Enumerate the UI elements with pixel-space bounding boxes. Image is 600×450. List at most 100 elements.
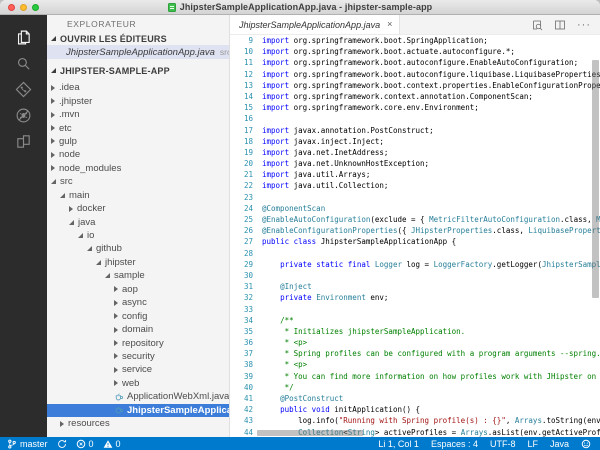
tree-item-config[interactable]: config bbox=[47, 309, 229, 322]
activity-bar-item-debug[interactable] bbox=[0, 102, 47, 128]
code-line-42[interactable]: 42 public void initApplication() { bbox=[230, 404, 600, 415]
tree-item-security[interactable]: security bbox=[47, 350, 229, 363]
activity-bar-item-files[interactable] bbox=[0, 24, 47, 50]
tree-item-label: web bbox=[122, 378, 139, 389]
code-line-38[interactable]: 38 * <p> bbox=[230, 359, 600, 370]
code-line-23[interactable]: 23 bbox=[230, 192, 600, 203]
tree-item-main[interactable]: main bbox=[47, 189, 229, 202]
code-line-24[interactable]: 24@ComponentScan bbox=[230, 203, 600, 214]
code-line-9[interactable]: 9import org.springframework.boot.SpringA… bbox=[230, 35, 600, 46]
code-line-36[interactable]: 36 * <p> bbox=[230, 337, 600, 348]
split-editor-icon[interactable] bbox=[554, 19, 566, 31]
tab-close-icon[interactable]: × bbox=[387, 20, 392, 29]
code-line-14[interactable]: 14import org.springframework.context.ann… bbox=[230, 91, 600, 102]
code-line-37[interactable]: 37 * Spring profiles can be configured w… bbox=[230, 348, 600, 359]
code-line-15[interactable]: 15import org.springframework.core.env.En… bbox=[230, 102, 600, 113]
tree-item-gulp[interactable]: gulp bbox=[47, 135, 229, 148]
code-line-10[interactable]: 10import org.springframework.boot.actuat… bbox=[230, 46, 600, 57]
code-line-27[interactable]: 27public class JhipsterSampleApplication… bbox=[230, 236, 600, 247]
code-text bbox=[253, 192, 262, 203]
line-number: 34 bbox=[230, 315, 253, 326]
code-line-41[interactable]: 41 @PostConstruct bbox=[230, 393, 600, 404]
tree-item-repository[interactable]: repository bbox=[47, 336, 229, 349]
code-line-32[interactable]: 32 private Environment env; bbox=[230, 292, 600, 303]
code-line-40[interactable]: 40 */ bbox=[230, 382, 600, 393]
tree-item-aop[interactable]: aop bbox=[47, 283, 229, 296]
code-line-12[interactable]: 12import org.springframework.boot.autoco… bbox=[230, 69, 600, 80]
code-line-19[interactable]: 19import java.net.InetAddress; bbox=[230, 147, 600, 158]
code-line-35[interactable]: 35 * Initializes jhipsterSampleApplicati… bbox=[230, 326, 600, 337]
more-actions-icon[interactable]: ··· bbox=[577, 21, 591, 29]
code-line-31[interactable]: 31 @Inject bbox=[230, 281, 600, 292]
indentation[interactable]: Espaces : 4 bbox=[431, 439, 478, 449]
code-line-22[interactable]: 22import java.util.Collection; bbox=[230, 180, 600, 191]
activity-bar-item-source-control[interactable] bbox=[0, 76, 47, 102]
activity-bar-item-extensions[interactable] bbox=[0, 128, 47, 154]
tree-item-applicationwebxml-java[interactable]: ApplicationWebXml.java bbox=[47, 390, 229, 403]
sync-button[interactable] bbox=[57, 439, 67, 449]
close-window-button[interactable] bbox=[8, 4, 15, 11]
code-line-39[interactable]: 39 * You can find more information on ho… bbox=[230, 371, 600, 382]
tree-item-web[interactable]: web bbox=[47, 377, 229, 390]
code-line-20[interactable]: 20import java.net.UnknownHostException; bbox=[230, 158, 600, 169]
chevron-expanded-icon bbox=[78, 233, 83, 238]
tree-item--mvn[interactable]: .mvn bbox=[47, 108, 229, 121]
code-line-13[interactable]: 13import org.springframework.boot.contex… bbox=[230, 80, 600, 91]
tree-item--jhipster[interactable]: .jhipster bbox=[47, 94, 229, 107]
code-line-11[interactable]: 11import org.springframework.boot.autoco… bbox=[230, 57, 600, 68]
line-number: 25 bbox=[230, 214, 253, 225]
tree-item-etc[interactable]: etc bbox=[47, 121, 229, 134]
vertical-scrollbar[interactable] bbox=[592, 60, 599, 298]
tree-item--idea[interactable]: .idea bbox=[47, 81, 229, 94]
code-line-21[interactable]: 21import java.util.Arrays; bbox=[230, 169, 600, 180]
cursor-position[interactable]: Li 1, Col 1 bbox=[378, 439, 419, 449]
sync-icon bbox=[57, 439, 67, 449]
tree-item-docker[interactable]: docker bbox=[47, 202, 229, 215]
eol[interactable]: LF bbox=[527, 439, 538, 449]
language-mode[interactable]: Java bbox=[550, 439, 569, 449]
tree-item-jhipster[interactable]: jhipster bbox=[47, 256, 229, 269]
line-number: 35 bbox=[230, 326, 253, 337]
horizontal-scrollbar[interactable] bbox=[257, 430, 363, 436]
zoom-window-button[interactable] bbox=[32, 4, 39, 11]
branch-indicator[interactable]: master bbox=[7, 439, 48, 449]
code-line-16[interactable]: 16 bbox=[230, 113, 600, 124]
tree-item-async[interactable]: async bbox=[47, 296, 229, 309]
warning-count[interactable]: 0 bbox=[103, 439, 121, 449]
open-editor-item[interactable]: JhipsterSampleApplicationApp.java src/m.… bbox=[47, 45, 229, 59]
tree-item-service[interactable]: service bbox=[47, 363, 229, 376]
tree-item-domain[interactable]: domain bbox=[47, 323, 229, 336]
tree-item-jhipstersampleapplicationapp-java[interactable]: JhipsterSampleApplicationApp.java bbox=[47, 404, 229, 417]
code-text: import org.springframework.core.env.Envi… bbox=[253, 102, 479, 113]
encoding[interactable]: UTF-8 bbox=[490, 439, 516, 449]
code-line-17[interactable]: 17import javax.annotation.PostConstruct; bbox=[230, 125, 600, 136]
tree-item-io[interactable]: io bbox=[47, 229, 229, 242]
code-line-29[interactable]: 29 private static final Logger log = Log… bbox=[230, 259, 600, 270]
tree-item-src[interactable]: src bbox=[47, 175, 229, 188]
code-editor[interactable]: 9import org.springframework.boot.SpringA… bbox=[230, 35, 600, 437]
tree-item-node[interactable]: node bbox=[47, 148, 229, 161]
code-line-26[interactable]: 26@EnableConfigurationProperties({ JHips… bbox=[230, 225, 600, 236]
code-line-28[interactable]: 28 bbox=[230, 248, 600, 259]
code-line-43[interactable]: 43 log.info("Running with Spring profile… bbox=[230, 415, 600, 426]
minimize-window-button[interactable] bbox=[20, 4, 27, 11]
tree-item-java[interactable]: java bbox=[47, 215, 229, 228]
project-section-header[interactable]: JHIPSTER-SAMPLE-APP bbox=[47, 63, 229, 78]
open-editors-section-header[interactable]: OUVRIR LES ÉDITEURS bbox=[47, 32, 229, 45]
error-count[interactable]: 0 bbox=[76, 439, 94, 449]
code-line-34[interactable]: 34 /** bbox=[230, 315, 600, 326]
activity-bar-item-search[interactable] bbox=[0, 50, 47, 76]
tree-item-node-modules[interactable]: node_modules bbox=[47, 162, 229, 175]
code-line-18[interactable]: 18import javax.inject.Inject; bbox=[230, 136, 600, 147]
tree-item-sample[interactable]: sample bbox=[47, 269, 229, 282]
tree-item-resources[interactable]: resources bbox=[47, 417, 229, 430]
tab-jhipstersampleapplicationapp[interactable]: JhipsterSampleApplicationApp.java × bbox=[230, 15, 400, 34]
tree-item-github[interactable]: github bbox=[47, 242, 229, 255]
code-line-30[interactable]: 30 bbox=[230, 270, 600, 281]
code-text: /** bbox=[253, 315, 294, 326]
open-preview-icon[interactable] bbox=[531, 19, 543, 31]
code-text: public class JhipsterSampleApplicationAp… bbox=[253, 236, 456, 247]
feedback-button[interactable] bbox=[581, 439, 591, 449]
code-line-25[interactable]: 25@EnableAutoConfiguration(exclude = { M… bbox=[230, 214, 600, 225]
code-line-33[interactable]: 33 bbox=[230, 304, 600, 315]
